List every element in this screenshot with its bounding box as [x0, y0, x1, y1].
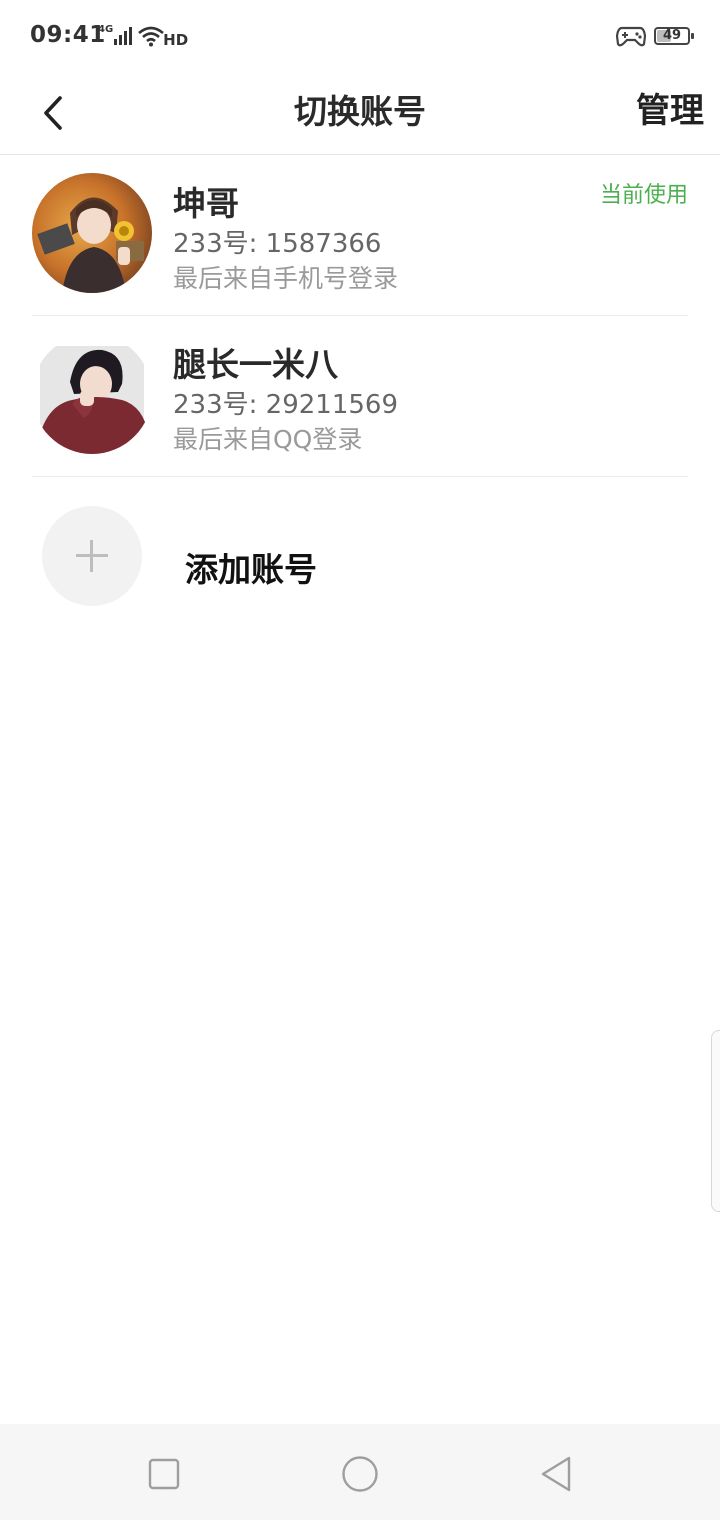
system-back-button[interactable] — [536, 1454, 576, 1494]
signal-icon — [114, 27, 133, 45]
status-icons-left: 4G HD — [98, 22, 188, 50]
manage-button[interactable]: 管理 — [636, 83, 704, 132]
recents-button[interactable] — [144, 1454, 184, 1494]
game-controller-icon — [616, 26, 646, 47]
system-navigation-bar — [0, 1424, 720, 1520]
add-account-button[interactable]: 添加账号 — [42, 506, 682, 606]
wifi-icon — [138, 26, 165, 47]
network-type-label: 4G — [98, 23, 114, 35]
avatar — [32, 173, 152, 293]
status-bar: 09:41 4G HD 49 — [0, 0, 720, 72]
account-login-source: 最后来自手机号登录 — [173, 264, 399, 293]
account-item[interactable]: 坤哥 233号: 1587366 最后来自手机号登录 当前使用 — [32, 155, 688, 316]
nav-bar: 切换账号 管理 — [0, 72, 720, 155]
side-drawer-handle[interactable] — [711, 1030, 720, 1212]
home-circle-icon — [342, 1456, 378, 1492]
account-id: 233号: 1587366 — [173, 229, 382, 259]
current-account-badge: 当前使用 — [599, 183, 688, 208]
account-id: 233号: 29211569 — [173, 390, 398, 420]
battery-icon: 49 — [654, 27, 694, 45]
battery-level-text: 49 — [662, 28, 682, 43]
add-account-label: 添加账号 — [185, 550, 317, 589]
avatar — [32, 334, 152, 454]
account-name: 坤哥 — [173, 184, 239, 223]
account-login-source: 最后来自QQ登录 — [173, 425, 363, 454]
hd-label: HD — [163, 31, 189, 49]
account-list: 坤哥 233号: 1587366 最后来自手机号登录 当前使用 腿长一米八 23… — [0, 155, 720, 477]
home-button[interactable] — [340, 1454, 380, 1494]
status-time: 09:41 — [30, 22, 106, 48]
back-triangle-icon — [541, 1456, 571, 1492]
recents-square-icon — [148, 1458, 180, 1490]
page-title: 切换账号 — [294, 92, 426, 131]
account-name: 腿长一米八 — [173, 345, 338, 384]
plus-icon — [42, 506, 142, 606]
account-item[interactable]: 腿长一米八 233号: 29211569 最后来自QQ登录 — [32, 316, 688, 477]
status-icons-right: 49 — [616, 22, 694, 50]
